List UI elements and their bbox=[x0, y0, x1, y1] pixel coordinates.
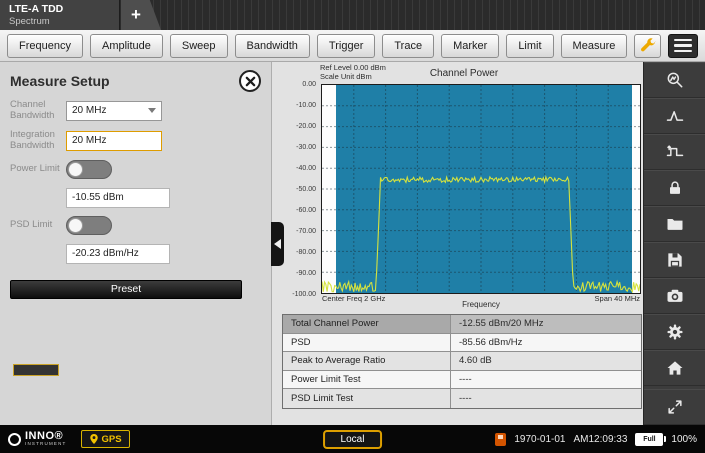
trace-button[interactable]: Trace bbox=[382, 33, 435, 58]
spectrum-plot bbox=[321, 84, 641, 294]
disabled-indicator bbox=[13, 364, 59, 376]
table-row: PSD -85.56 dBm/Hz bbox=[283, 333, 641, 352]
frequency-button[interactable]: Frequency bbox=[7, 33, 83, 58]
save-icon bbox=[667, 253, 682, 267]
power-limit-value-field[interactable]: -10.55 dBm bbox=[66, 187, 170, 208]
close-panel-button[interactable] bbox=[239, 70, 261, 92]
menu-button[interactable] bbox=[668, 33, 698, 58]
row-label: Power Limit Test bbox=[283, 370, 451, 388]
limit-line-icon bbox=[666, 145, 683, 157]
bandwidth-button[interactable]: Bandwidth bbox=[234, 33, 310, 58]
chart-title: Channel Power bbox=[429, 68, 499, 79]
row-value: ---- bbox=[451, 389, 641, 408]
power-limit-toggle[interactable] bbox=[66, 160, 112, 180]
y-axis: 0.00 -10.00 -20.00 -30.00 -40.00 -50.00 -60.00… bbox=[292, 80, 316, 298]
utility-button[interactable] bbox=[634, 33, 662, 58]
integration-bandwidth-label: Integration Bandwidth bbox=[10, 128, 55, 151]
fullscreen-icon bbox=[667, 400, 682, 414]
toolbar: Frequency Amplitude Sweep Bandwidth Trig… bbox=[0, 30, 705, 62]
date-text: 1970-01-01 bbox=[514, 433, 566, 445]
new-tab-button[interactable]: + bbox=[121, 0, 161, 30]
trace-peak-button[interactable] bbox=[644, 98, 705, 134]
trace-svg bbox=[322, 85, 640, 293]
battery-icon: Full bbox=[635, 432, 667, 446]
row-label: PSD Limit Test bbox=[283, 389, 451, 408]
limit-line-button[interactable] bbox=[644, 134, 705, 170]
peak-search-icon bbox=[667, 72, 682, 88]
table-row: Peak to Average Ratio 4.60 dB bbox=[283, 352, 641, 371]
table-row: PSD Limit Test ---- bbox=[283, 389, 641, 408]
sweep-button[interactable]: Sweep bbox=[169, 33, 228, 58]
folder-button[interactable] bbox=[644, 206, 705, 242]
marker-button[interactable]: Marker bbox=[441, 33, 500, 58]
table-row: Total Channel Power -12.55 dBm/20 MHz bbox=[283, 315, 641, 334]
power-limit-label: Power Limit bbox=[10, 163, 60, 175]
span-label: Span 40 MHz bbox=[594, 294, 640, 303]
channel-bandwidth-label: Channel Bandwidth bbox=[10, 99, 55, 121]
amplitude-button[interactable]: Amplitude bbox=[89, 33, 163, 58]
gps-status-badge: GPS bbox=[80, 430, 130, 448]
home-button[interactable] bbox=[644, 350, 705, 386]
close-icon bbox=[245, 76, 255, 86]
row-value: ---- bbox=[451, 370, 641, 388]
usb-icon bbox=[495, 432, 507, 446]
integration-bandwidth-input[interactable]: 20 MHz bbox=[66, 130, 162, 151]
panel-collapse-handle[interactable] bbox=[271, 222, 284, 266]
save-button[interactable] bbox=[644, 242, 705, 278]
measure-button[interactable]: Measure bbox=[560, 33, 628, 58]
x-axis-title: Frequency bbox=[462, 300, 500, 309]
folder-icon bbox=[667, 219, 682, 230]
camera-icon bbox=[667, 289, 682, 302]
settings-button[interactable] bbox=[644, 314, 705, 350]
tab-bar: LTE-A TDD Spectrum + bbox=[0, 0, 705, 30]
spectrum-analyzer-app: LTE-A TDD Spectrum + Frequency Amplitude… bbox=[0, 0, 705, 453]
tab-lte-a-tdd-spectrum[interactable]: LTE-A TDD Spectrum bbox=[0, 0, 120, 30]
chevron-left-icon bbox=[274, 239, 281, 249]
row-label: PSD bbox=[283, 333, 451, 351]
measure-setup-panel: Measure Setup Channel Bandwidth 20 MHz I… bbox=[0, 62, 272, 425]
lock-icon bbox=[669, 181, 680, 194]
plus-icon: + bbox=[131, 5, 141, 24]
psd-limit-toggle[interactable] bbox=[66, 216, 112, 236]
panel-title: Measure Setup bbox=[10, 73, 110, 89]
trigger-button[interactable]: Trigger bbox=[316, 33, 376, 58]
row-value: -85.56 dBm/Hz bbox=[451, 333, 641, 351]
gps-pin-icon bbox=[89, 434, 98, 444]
peak-search-button[interactable] bbox=[644, 62, 705, 98]
chevron-down-icon bbox=[148, 108, 156, 114]
table-row: Power Limit Test ---- bbox=[283, 370, 641, 389]
channel-bandwidth-select[interactable]: 20 MHz bbox=[66, 100, 162, 121]
fullscreen-button[interactable] bbox=[644, 389, 705, 425]
chart-region: Ref Level 0.00 dBm Scale Unit dBm Channe… bbox=[286, 62, 642, 312]
row-label: Peak to Average Ratio bbox=[283, 352, 451, 370]
row-value: 4.60 dB bbox=[451, 352, 641, 370]
wrench-icon bbox=[640, 37, 656, 51]
row-label: Total Channel Power bbox=[283, 315, 451, 333]
tab-title: LTE-A TDD bbox=[9, 3, 64, 15]
x-axis-labels: Center Freq 2 GHz Frequency Span 40 MHz bbox=[321, 294, 641, 310]
trace-peak-icon bbox=[666, 111, 683, 121]
results-table: Total Channel Power -12.55 dBm/20 MHz PS… bbox=[282, 314, 642, 409]
screenshot-button[interactable] bbox=[644, 278, 705, 314]
row-value: -12.55 dBm/20 MHz bbox=[451, 315, 641, 333]
logo-icon bbox=[8, 432, 21, 446]
psd-limit-value-field[interactable]: -20.23 dBm/Hz bbox=[66, 243, 170, 264]
home-icon bbox=[667, 361, 682, 375]
side-icon-rail bbox=[643, 62, 705, 425]
battery-percent: 100% bbox=[671, 433, 697, 445]
gear-icon bbox=[667, 324, 682, 340]
psd-limit-label: PSD Limit bbox=[10, 219, 53, 231]
status-bar: INNO® INSTRUMENT GPS Local 1970-01-01 AM… bbox=[0, 425, 705, 453]
local-remote-button[interactable]: Local bbox=[322, 429, 383, 449]
limit-button[interactable]: Limit bbox=[506, 33, 554, 58]
hamburger-menu-icon bbox=[674, 38, 693, 42]
tab-subtitle: Spectrum bbox=[9, 15, 50, 27]
brand-logo: INNO® INSTRUMENT bbox=[8, 431, 67, 447]
lock-button[interactable] bbox=[644, 170, 705, 206]
time-text: AM12:09:33 bbox=[573, 433, 628, 445]
preset-button[interactable]: Preset bbox=[10, 279, 242, 299]
